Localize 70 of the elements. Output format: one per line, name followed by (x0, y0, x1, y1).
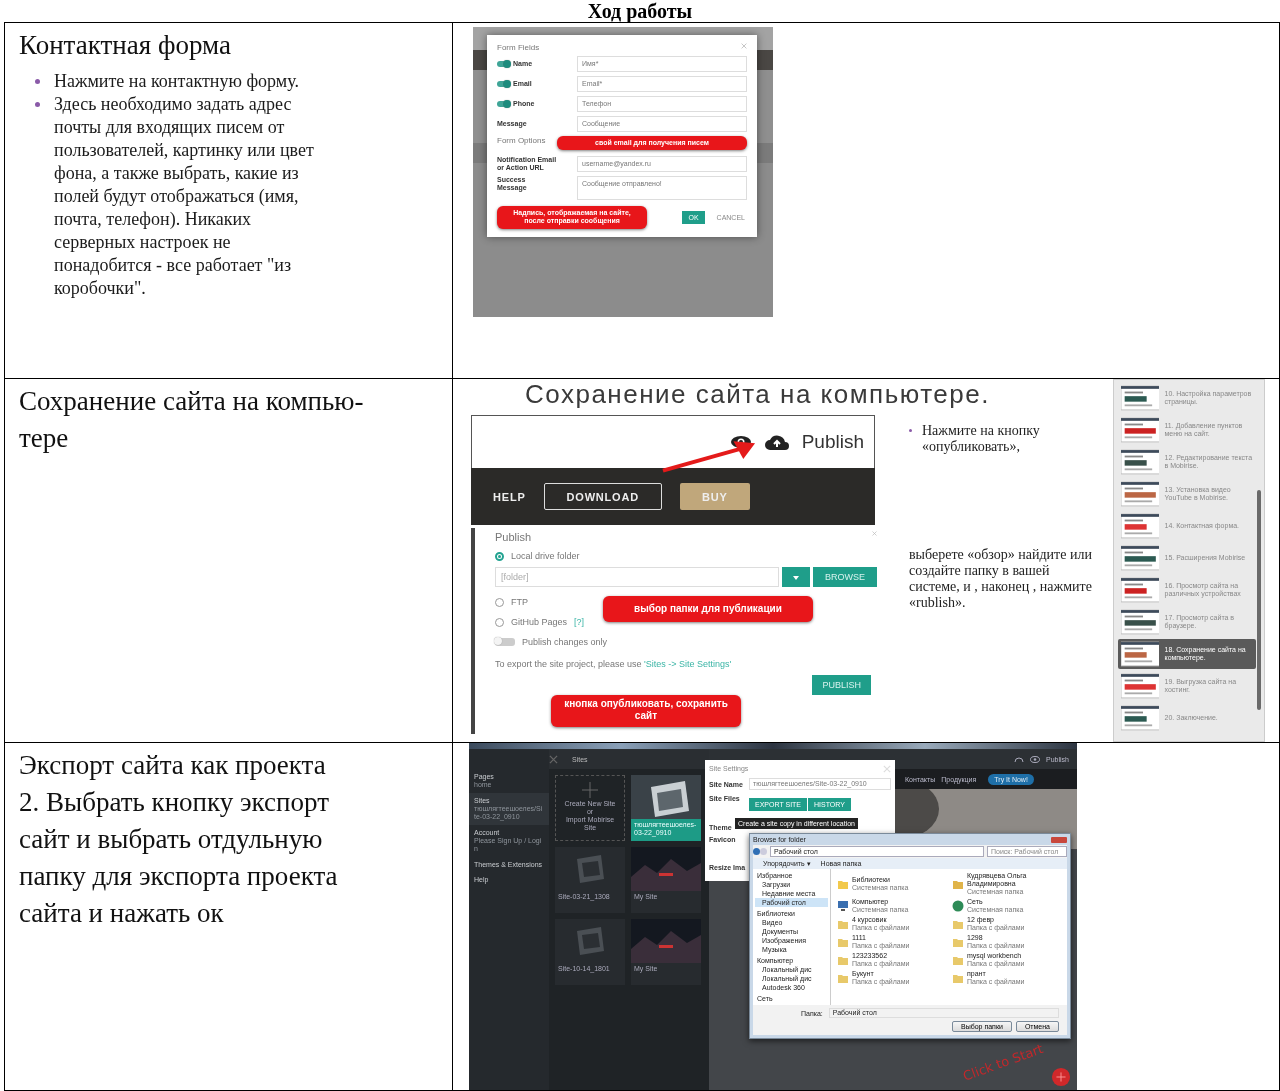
click-to-start-hint: Click to Start (960, 1041, 1046, 1084)
folder-icon (952, 918, 964, 930)
section-title: Form Options (497, 136, 547, 145)
computer-icon (837, 900, 849, 912)
folder-icon (952, 936, 964, 948)
toggle-switch[interactable] (495, 638, 515, 646)
slide-thumbnail (1121, 545, 1160, 571)
close-icon[interactable] (872, 531, 877, 536)
slide-bullet: Нажмите на кнопку «опубликовать», (922, 423, 1041, 455)
nav-button[interactable]: DOWNLOAD (543, 483, 662, 510)
export-note: To export the site project, please use 'Sites -> Site Settings' (495, 659, 733, 669)
toggle-switch[interactable] (497, 81, 510, 87)
slide-thumbnail (1121, 577, 1160, 603)
nav-button[interactable]: HELP (493, 490, 526, 503)
slide-thumbnail (1121, 513, 1160, 539)
back-icon[interactable] (753, 848, 767, 855)
slide-thumbnail (1121, 449, 1160, 475)
dropdown-button[interactable] (782, 567, 810, 587)
toggle-label: Publish changes only (522, 637, 608, 647)
section-title: Контактная форма (19, 29, 232, 62)
close-icon[interactable] (549, 754, 558, 764)
folder-icon (952, 878, 964, 890)
bullet-text: Здесь необходимо задать адрес почты для входящих писем от пользователей, картинку или цвет фона, а также выбрать, какие из полей будут отображаться (имя, почта, телефон). Никаких серверных настроек не понадобится - все работает "из коробочки". (54, 93, 315, 300)
folder-icon (837, 878, 849, 890)
slide-thumbnail (1121, 705, 1160, 731)
close-icon[interactable] (1051, 836, 1067, 843)
plus-icon (582, 782, 598, 798)
globe-icon (952, 900, 964, 912)
photo-icon (575, 926, 605, 956)
page-heading: Ход работы (587, 0, 693, 22)
radio-button[interactable] (495, 551, 504, 561)
radio-button[interactable] (495, 617, 504, 627)
option-label: GitHub Pages (511, 617, 568, 627)
folder-icon (837, 918, 849, 930)
section-title: Сохранение сайта на компью- тере (19, 385, 365, 455)
slide-text: выберете «обзор» найдите или создайте папку в вашей системе, и , наконец , нажмите «rublish». (909, 547, 1093, 611)
dialog-title: Form Fields (497, 43, 540, 52)
slide-thumbnail (1121, 641, 1160, 667)
bullet-text: Нажмите на контактную форму. (54, 70, 299, 93)
toggle-switch[interactable] (497, 61, 510, 67)
toggle-switch[interactable] (497, 101, 510, 107)
close-icon[interactable] (741, 43, 747, 49)
publish-label[interactable]: Publish (801, 431, 864, 453)
folder-field[interactable]: [folder] (495, 567, 779, 587)
slide-thumbnail (1121, 481, 1160, 507)
folder-icon (952, 972, 964, 984)
radio-button[interactable] (495, 597, 504, 607)
caret-icon (793, 575, 799, 580)
folder-icon (952, 954, 964, 966)
bullet-icon (909, 429, 912, 432)
option-label: Local drive folder (511, 551, 580, 561)
undo-icon[interactable] (1014, 755, 1025, 763)
slide-thumbnail (1121, 417, 1160, 443)
dialog-title: Publish (495, 531, 532, 543)
cloud-upload-icon[interactable] (763, 433, 790, 451)
photo-icon (575, 854, 605, 884)
bullet-icon (35, 79, 40, 84)
bullet-icon (35, 102, 40, 107)
slide-thumbnail (1121, 609, 1160, 635)
folder-icon (837, 936, 849, 948)
slide-title: Сохранение сайта на компьютере. (525, 379, 991, 409)
slide-thumbnail (1121, 673, 1160, 699)
section-title: Экспорт сайта как проекта 2. Выбрать кнопку экспорт сайт и выбрать отдульную папку для экспорта проекта сайта и нажать ок (19, 749, 339, 930)
folder-icon (837, 972, 849, 984)
add-button[interactable] (1051, 1067, 1071, 1087)
slide-thumbnail (1121, 385, 1160, 411)
folder-icon (837, 954, 849, 966)
option-label: FTP (511, 597, 528, 607)
callout: кнопка опубликовать, сохранить сайт (551, 695, 741, 727)
callout: выбор папки для публикации (603, 596, 813, 622)
